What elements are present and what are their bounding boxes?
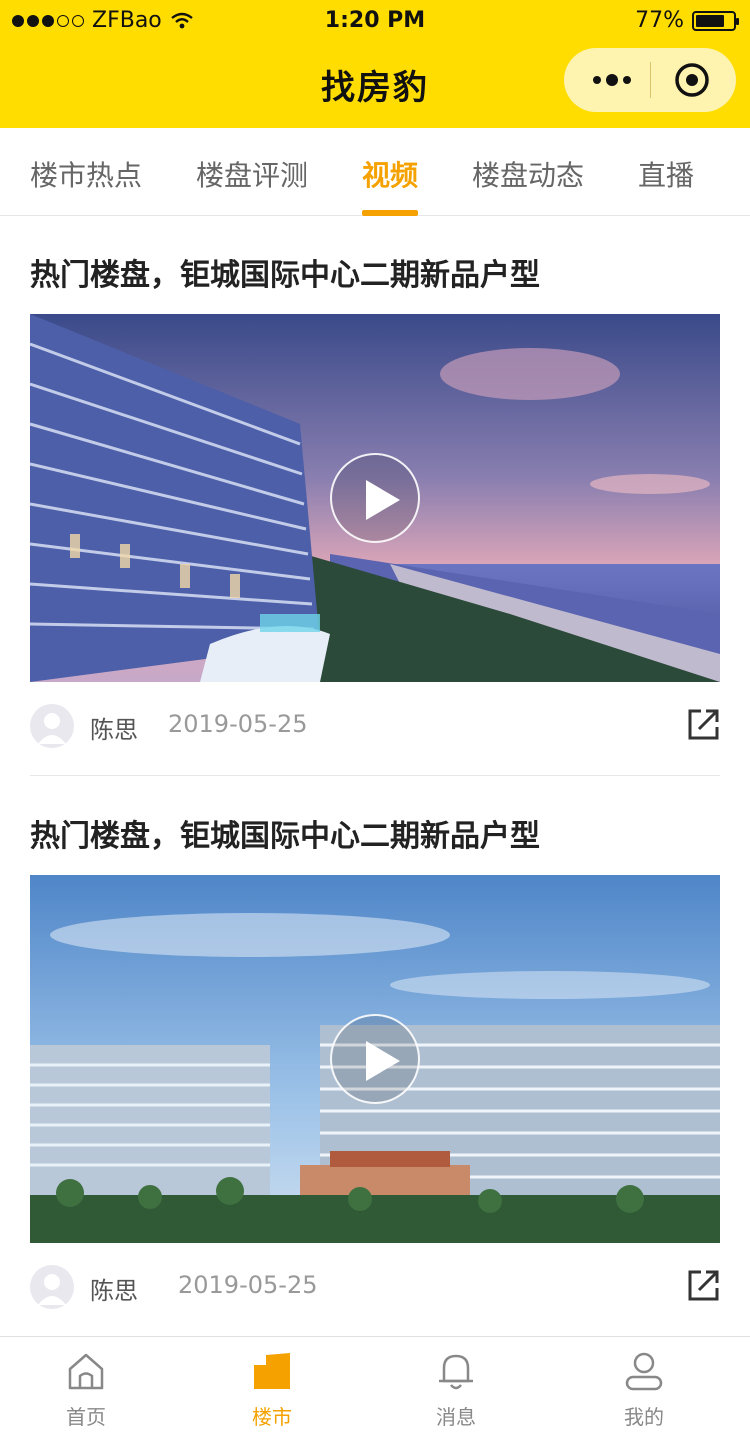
post-date: 2019-05-25	[178, 1271, 318, 1299]
share-icon[interactable]	[686, 1269, 720, 1303]
video-title[interactable]: 热门楼盘，钜城国际中心二期新品户型	[30, 250, 540, 294]
share-icon[interactable]	[686, 708, 720, 742]
play-button[interactable]	[330, 1014, 420, 1104]
status-bar: ZFBao 1:20 PM 77%	[0, 0, 750, 40]
miniprogram-capsule	[564, 48, 736, 112]
more-dots-icon[interactable]	[588, 70, 636, 90]
battery-group: 77%	[635, 8, 739, 33]
capsule-divider	[650, 62, 651, 98]
tab-live[interactable]: 直播	[638, 154, 694, 194]
author-name[interactable]: 陈思	[90, 710, 138, 745]
video-card[interactable]: 热门楼盘，钜城国际中心二期新品户型 陈思 2019-05-25	[30, 811, 720, 1311]
post-date: 2019-05-25	[168, 710, 308, 738]
tabbar-profile[interactable]: 我的	[594, 1337, 694, 1434]
author-name[interactable]: 陈思	[90, 1271, 138, 1306]
post-meta: 陈思 2019-05-25	[30, 702, 720, 750]
avatar[interactable]	[30, 704, 74, 748]
bell-icon	[439, 1354, 473, 1390]
tab-loupan-pingce[interactable]: 楼盘评测	[196, 154, 308, 194]
post-meta: 陈思 2019-05-25	[30, 1263, 720, 1311]
top-bar: ZFBao 1:20 PM 77% 找房豹	[0, 0, 750, 128]
category-tabs: 楼市热点 楼盘评测 视频 楼盘动态 直播	[0, 128, 750, 216]
tab-loupan-dongtai[interactable]: 楼盘动态	[472, 154, 584, 194]
tabbar-market-label: 楼市	[252, 1405, 292, 1429]
user-avatar-icon	[38, 713, 66, 744]
tabbar-messages-label: 消息	[436, 1405, 476, 1429]
tab-video[interactable]: 视频	[362, 154, 418, 194]
tabbar-profile-label: 我的	[624, 1405, 664, 1429]
tabbar-home[interactable]: 首页	[36, 1337, 136, 1434]
tabbar-home-label: 首页	[66, 1405, 106, 1429]
battery-icon	[692, 10, 739, 31]
target-icon[interactable]	[674, 62, 710, 98]
card-divider	[30, 775, 720, 776]
tab-loushi-redian[interactable]: 楼市热点	[30, 154, 142, 194]
video-thumbnail[interactable]	[30, 875, 720, 1243]
tabbar-market[interactable]: 楼市	[222, 1337, 322, 1434]
active-tab-indicator	[362, 210, 418, 216]
user-avatar-icon	[38, 1274, 66, 1305]
video-card[interactable]: 热门楼盘，钜城国际中心二期新品户型 陈思 2019-05-25	[30, 250, 720, 776]
building-icon	[254, 1353, 290, 1389]
home-icon	[68, 1353, 104, 1390]
play-button[interactable]	[330, 453, 420, 543]
bottom-tab-bar: 首页 楼市 消息 我的	[0, 1336, 750, 1434]
avatar[interactable]	[30, 1265, 74, 1309]
battery-percent: 77%	[635, 8, 684, 33]
video-thumbnail[interactable]	[30, 314, 720, 682]
user-icon	[625, 1352, 663, 1391]
tabbar-messages[interactable]: 消息	[406, 1337, 506, 1434]
video-title[interactable]: 热门楼盘，钜城国际中心二期新品户型	[30, 811, 540, 855]
